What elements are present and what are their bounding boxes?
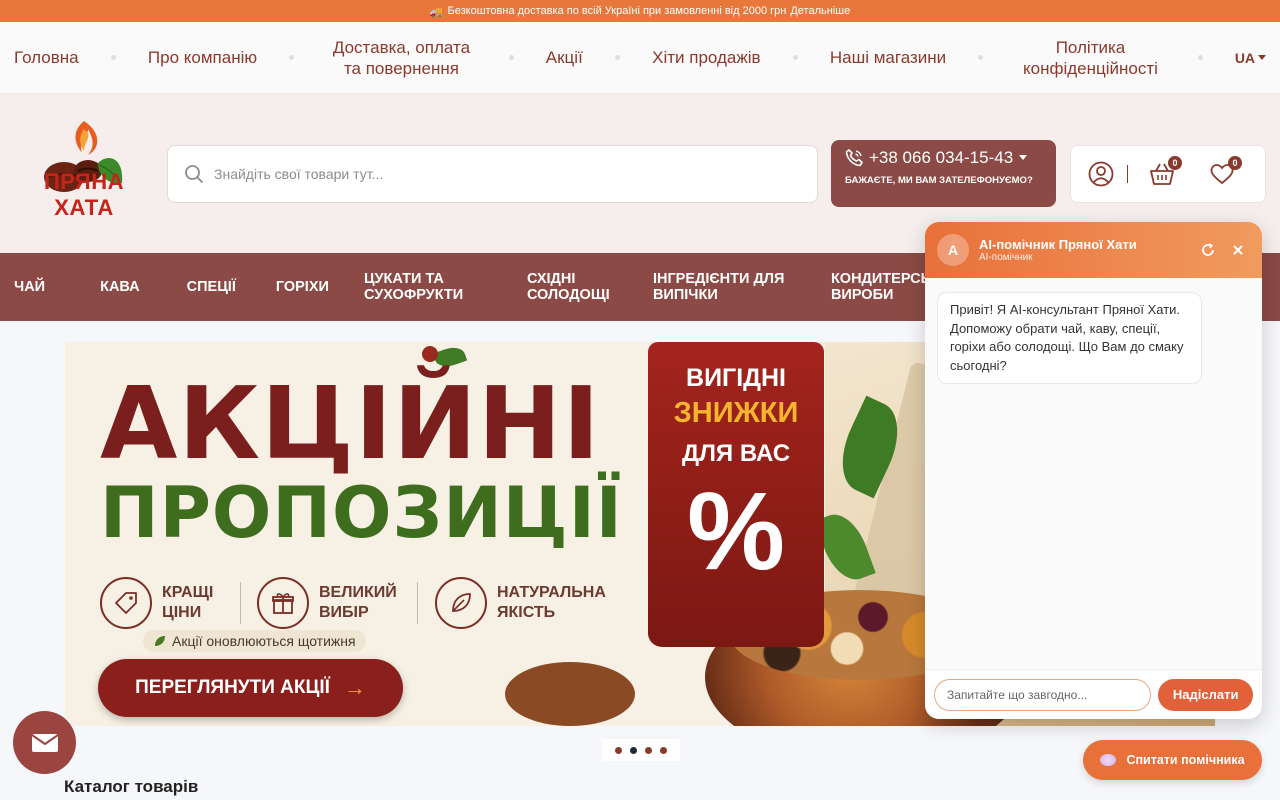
logo-text: ПРЯНА ХАТА — [43, 169, 125, 220]
chat-message-assistant: Привіт! Я AI-консультант Пряної Хати. До… — [937, 292, 1202, 384]
refresh-button[interactable] — [1196, 238, 1220, 262]
close-icon — [1233, 245, 1243, 255]
carousel-dot-active[interactable] — [630, 746, 637, 754]
tag-line-3: ДЛЯ ВАС — [681, 440, 791, 467]
catalog-heading: Каталог товарів — [64, 777, 199, 796]
banner-subtitle: ПРОПОЗИЦІЇ — [100, 472, 623, 554]
account-button[interactable] — [1087, 160, 1115, 188]
category-tea[interactable]: Чай — [14, 279, 45, 295]
phone-block[interactable]: +38 066 034-15-43 Бажаєте, ми вам зателе… — [831, 140, 1056, 207]
language-label: UA — [1234, 49, 1256, 66]
chat-input-bar: Надіслати — [925, 669, 1262, 719]
weekly-note: Акції оновлюються щотижня — [143, 630, 366, 652]
chat-subtitle: AI-помічник — [979, 252, 1033, 263]
cart-button[interactable]: 0 — [1148, 156, 1182, 188]
contact-mail-button[interactable] — [13, 711, 76, 774]
truck-icon: 🚚 — [429, 5, 444, 18]
chat-messages: Привіт! Я AI-консультант Пряної Хати. До… — [925, 278, 1262, 669]
nav-separator — [1197, 55, 1203, 60]
send-button[interactable]: Надіслати — [1158, 678, 1253, 711]
category-oriental-sweets[interactable]: Східні солодощі — [527, 271, 619, 303]
phone-number: +38 066 034-15-43 — [869, 148, 1014, 167]
carousel-dot[interactable] — [645, 746, 652, 754]
feature-label: НАТУРАЛЬНА ЯКІСТЬ — [497, 584, 606, 621]
feature-natural-quality: НАТУРАЛЬНА ЯКІСТЬ — [435, 577, 607, 629]
cart-count-badge: 0 — [1168, 156, 1182, 170]
assistant-blob-icon — [1100, 754, 1117, 766]
price-tag-icon — [100, 577, 152, 629]
nav-separator — [978, 55, 984, 60]
nav-promotions[interactable]: Акції — [546, 47, 583, 68]
feature-best-prices: КРАЩІ ЦІНИ — [100, 577, 222, 629]
feature-divider — [417, 582, 418, 624]
weekly-text: Акції оновлюються щотижня — [172, 633, 356, 649]
search-box[interactable] — [167, 145, 818, 203]
tag-line-1: ВИГІДНІ — [686, 364, 786, 392]
nav-separator — [508, 55, 514, 60]
feature-label: КРАЩІ ЦІНИ — [162, 584, 214, 621]
nav-about[interactable]: Про компанію — [148, 47, 257, 68]
promo-bar: 🚚 Безкоштовна доставка по всій Україні п… — [0, 0, 1280, 22]
spoon-image — [505, 662, 635, 726]
leaf-icon — [435, 577, 487, 629]
feature-divider — [240, 582, 241, 624]
chat-header: A AI-помічник Пряної Хати AI-помічник — [925, 222, 1262, 278]
view-promotions-button[interactable]: ПЕРЕГЛЯНУТИ АКЦІЇ → — [98, 659, 403, 717]
nav-stores[interactable]: Наші магазини — [830, 47, 946, 68]
category-coffee[interactable]: Кава — [100, 279, 140, 295]
promo-text: Безкоштовна доставка по всій Україні при… — [447, 5, 787, 17]
nav-separator — [110, 55, 116, 60]
ask-assistant-button[interactable]: Спитати помічника — [1083, 740, 1262, 780]
nav-bestsellers[interactable]: Хіти продажів — [652, 47, 760, 68]
chat-input[interactable] — [934, 678, 1152, 711]
chat-avatar: A — [937, 234, 969, 266]
promo-details-link[interactable]: Детальніше — [790, 5, 850, 17]
nav-delivery[interactable]: Доставка, оплата та повернення — [326, 37, 476, 79]
caret-down-icon — [1019, 155, 1028, 160]
cta-label: ПЕРЕГЛЯНУТИ АКЦІЇ — [135, 677, 330, 698]
logo[interactable]: ПРЯНА ХАТА — [18, 119, 150, 227]
callback-request[interactable]: Бажаєте, ми вам зателефонуємо? — [845, 174, 1042, 187]
category-dried-fruits[interactable]: Цукати та сухофрукти — [364, 271, 492, 303]
nav-privacy[interactable]: Політика конфіденційності — [1015, 37, 1165, 79]
banner-title: АКЦІЙНІ — [100, 365, 601, 482]
chat-title: AI-помічник Пряної Хати — [979, 237, 1137, 252]
carousel-dots — [602, 739, 680, 761]
wishlist-count-badge: 0 — [1228, 156, 1242, 170]
feature-label: ВЕЛИКИЙ ВИБІР — [319, 584, 397, 621]
user-actions: 0 0 — [1070, 145, 1266, 203]
search-input[interactable] — [214, 166, 817, 182]
divider — [1127, 165, 1128, 183]
category-baking-ingredients[interactable]: Інгредієнти для випічки — [653, 271, 803, 303]
chat-widget: A AI-помічник Пряної Хати AI-помічник Пр… — [925, 222, 1262, 719]
language-selector[interactable]: UA — [1234, 49, 1267, 66]
percent-symbol: % — [687, 470, 785, 593]
tag-line-2: ЗНИЖКИ — [673, 397, 799, 429]
leaf-icon — [155, 636, 165, 646]
phone-icon — [845, 149, 863, 167]
top-navigation: Головна Про компанію Доставка, оплата та… — [0, 22, 1280, 94]
arrow-right-icon: → — [343, 675, 366, 700]
feature-wide-choice: ВЕЛИКИЙ ВИБІР — [257, 577, 399, 629]
ask-assistant-label: Спитати помічника — [1126, 753, 1245, 767]
discount-tag: ВИГІДНІ ЗНИЖКИ ДЛЯ ВАС % — [648, 342, 824, 647]
berry-decoration — [422, 346, 438, 362]
mail-icon — [30, 733, 59, 752]
refresh-icon — [1202, 243, 1214, 256]
carousel-dot[interactable] — [660, 746, 667, 754]
nav-separator — [289, 55, 295, 60]
category-spices[interactable]: Спеції — [187, 279, 236, 295]
nav-separator — [792, 55, 798, 60]
wishlist-button[interactable]: 0 — [1208, 156, 1242, 188]
carousel-dot[interactable] — [615, 746, 622, 754]
nav-separator — [614, 55, 620, 60]
caret-down-icon — [1258, 54, 1267, 60]
close-button[interactable] — [1226, 238, 1250, 262]
category-nuts[interactable]: Горіхи — [276, 279, 329, 295]
gift-icon — [257, 577, 309, 629]
user-icon — [1088, 161, 1114, 187]
nav-home[interactable]: Головна — [14, 47, 79, 68]
search-icon — [185, 165, 204, 184]
